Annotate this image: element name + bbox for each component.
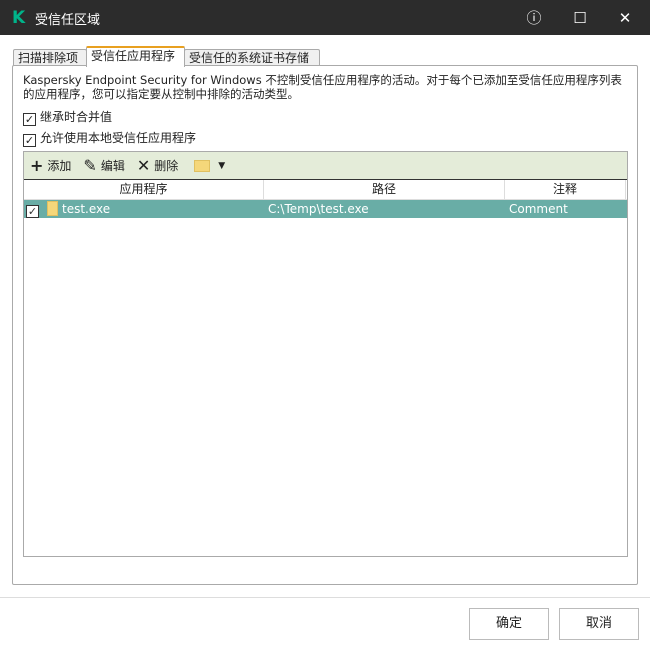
tab-panel: Kaspersky Endpoint Security for Windows … — [12, 65, 638, 585]
allow-local-checkbox[interactable]: ✓ 允许使用本地受信任应用程序 — [23, 129, 196, 147]
checkbox-label: 继承时合并值 — [40, 110, 113, 124]
pencil-icon: ✎ — [83, 156, 97, 175]
add-label: 添加 — [47, 159, 72, 173]
help-icon[interactable]: ⓘ — [522, 6, 546, 30]
checkbox-icon[interactable]: ✓ — [23, 113, 36, 126]
close-button[interactable]: ✕ — [613, 6, 637, 30]
column-app[interactable]: 应用程序 — [24, 180, 264, 199]
folder-icon — [194, 159, 211, 172]
plus-icon: + — [30, 156, 44, 175]
title-bar: K 受信任区域 ⓘ ☐ ✕ — [0, 0, 650, 35]
description: Kaspersky Endpoint Security for Windows … — [23, 73, 622, 101]
table-row[interactable]: ✓ test.exe C:\Temp\test.exe Comment — [24, 200, 627, 218]
tab-scan-exclusions[interactable]: 扫描排除项 — [13, 49, 87, 66]
folder-menu-button[interactable]: ▼ — [190, 159, 226, 172]
checkbox-label: 允许使用本地受信任应用程序 — [40, 131, 197, 145]
edit-label: 编辑 — [100, 159, 125, 173]
tab-trusted-cert-store[interactable]: 受信任的系统证书存储 — [184, 49, 320, 66]
kaspersky-logo: K — [12, 8, 26, 28]
dropdown-arrow-icon: ▼ — [218, 160, 226, 171]
column-comment[interactable]: 注释 — [505, 180, 626, 199]
delete-label: 删除 — [154, 159, 179, 173]
file-icon — [47, 200, 58, 216]
app-name: test.exe — [62, 201, 111, 216]
merge-values-checkbox[interactable]: ✓ 继承时合并值 — [23, 108, 112, 126]
toolbar: + 添加 ✎ 编辑 ✕ 删除 ▼ — [24, 152, 627, 180]
footer: 确定 取消 — [0, 597, 650, 650]
table-header: 应用程序 路径 注释 — [24, 180, 627, 200]
app-path: C:\Temp\test.exe — [268, 202, 369, 216]
x-icon: ✕ — [136, 156, 151, 175]
edit-button[interactable]: ✎ 编辑 — [83, 156, 124, 175]
cancel-button[interactable]: 取消 — [559, 608, 639, 640]
maximize-button[interactable]: ☐ — [568, 6, 592, 30]
app-comment: Comment — [509, 202, 568, 216]
window-title: 受信任区域 — [35, 13, 101, 28]
ok-button[interactable]: 确定 — [469, 608, 549, 640]
add-button[interactable]: + 添加 — [30, 156, 71, 175]
column-path[interactable]: 路径 — [264, 180, 505, 199]
trusted-apps-table: + 添加 ✎ 编辑 ✕ 删除 ▼ 应用程序 路径 注释 ✓ test.exe C:\Te… — [23, 151, 628, 557]
checkbox-icon[interactable]: ✓ — [23, 134, 36, 147]
tab-trusted-apps[interactable]: 受信任应用程序 — [86, 46, 185, 67]
row-checkbox[interactable]: ✓ — [26, 204, 39, 218]
delete-button[interactable]: ✕ 删除 — [137, 156, 178, 175]
